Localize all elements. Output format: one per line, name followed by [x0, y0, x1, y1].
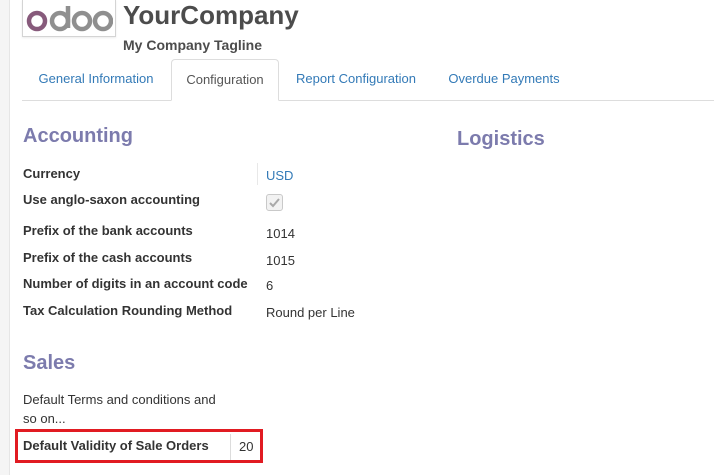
- left-border-strip: [0, 0, 10, 475]
- company-logo[interactable]: [22, 0, 116, 37]
- cash-prefix-label: Prefix of the cash accounts: [23, 250, 193, 265]
- anglo-saxon-label: Use anglo-saxon accounting: [23, 192, 200, 207]
- logistics-section-title: Logistics: [457, 128, 545, 150]
- tax-rounding-label: Tax Calculation Rounding Method: [23, 303, 233, 318]
- odoo-logo-icon: [26, 6, 113, 32]
- sales-section-title: Sales: [23, 352, 76, 374]
- sale-order-validity-label: Default Validity of Sale Orders: [23, 438, 209, 453]
- bank-prefix-field[interactable]: 1014: [266, 226, 295, 241]
- account-digits-field[interactable]: 6: [266, 278, 273, 293]
- tax-rounding-field[interactable]: Round per Line: [266, 305, 355, 320]
- sale-order-validity-field[interactable]: 20: [230, 434, 260, 460]
- tab-overdue-payments[interactable]: Overdue Payments: [435, 59, 573, 99]
- accounting-section-title: Accounting: [23, 125, 133, 147]
- default-terms-textarea[interactable]: Default Terms and conditions and so on..…: [23, 390, 228, 428]
- tab-bar: General Information Configuration Report…: [22, 59, 714, 101]
- bank-prefix-label: Prefix of the bank accounts: [23, 223, 193, 238]
- account-digits-label: Number of digits in an account code: [23, 276, 248, 291]
- anglo-saxon-checkbox[interactable]: [266, 194, 283, 211]
- tab-report-configuration[interactable]: Report Configuration: [280, 59, 432, 99]
- tab-general-information[interactable]: General Information: [22, 59, 170, 99]
- currency-field[interactable]: USD: [266, 168, 293, 183]
- currency-label: Currency: [23, 166, 81, 181]
- cash-prefix-field[interactable]: 1015: [266, 253, 295, 268]
- field-divider: [257, 163, 258, 185]
- checkmark-icon: [269, 198, 280, 208]
- tab-configuration[interactable]: Configuration: [171, 59, 279, 101]
- company-tagline[interactable]: My Company Tagline: [123, 37, 262, 53]
- company-name[interactable]: YourCompany: [123, 0, 299, 30]
